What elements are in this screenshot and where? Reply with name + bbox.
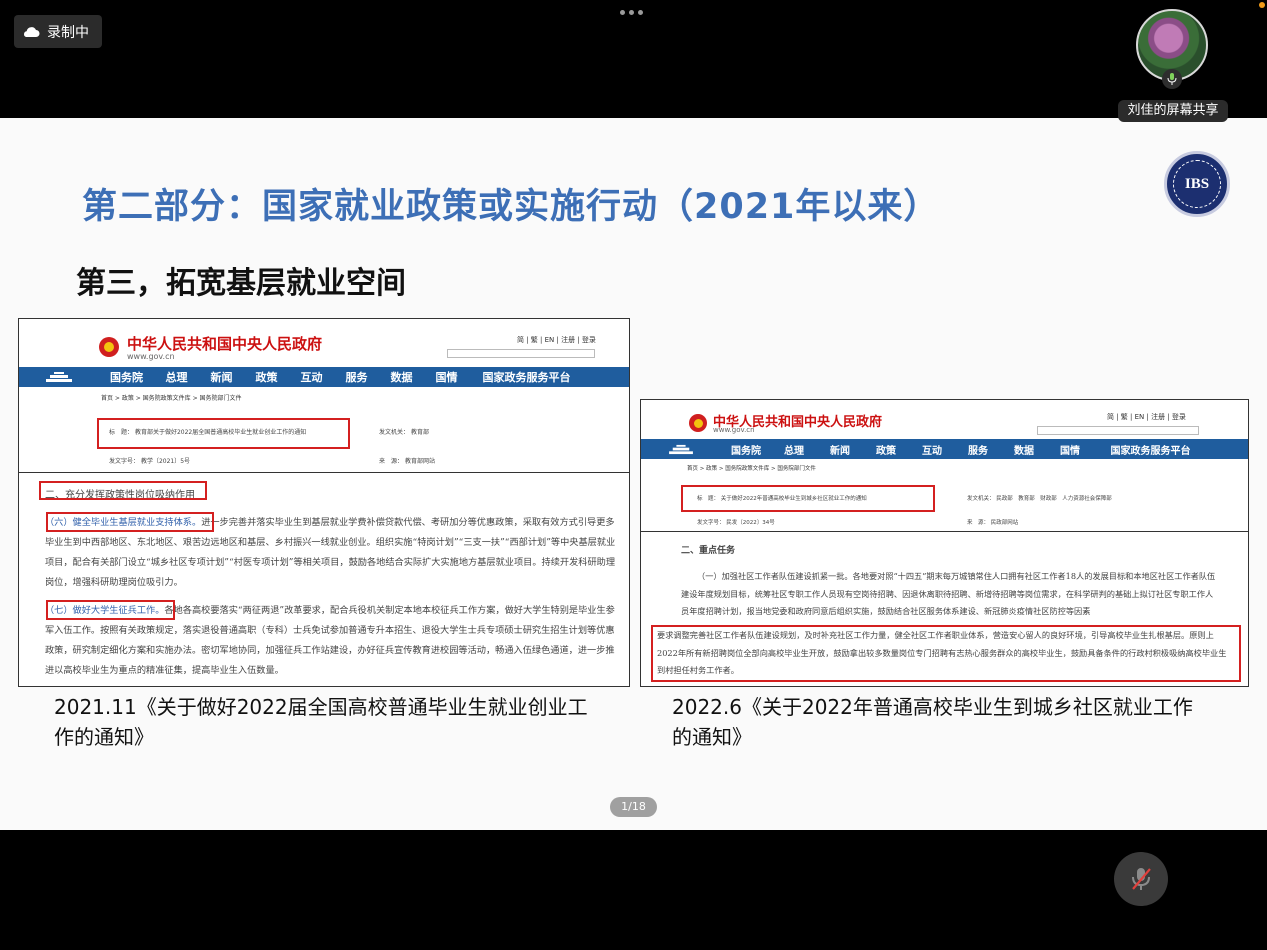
- breadcrumb: 首页 > 政策 > 国务院政策文件库 > 国务院部门文件: [101, 395, 242, 402]
- meta-source-row: 来 源： 民政部网站: [967, 518, 1018, 526]
- gov-site-url: www.gov.cn: [713, 426, 755, 434]
- mic-icon: [1162, 69, 1182, 89]
- highlight-box: [46, 600, 175, 620]
- source-value: 民政部网站: [990, 520, 1019, 526]
- highlight-box: [651, 625, 1241, 682]
- nav-item[interactable]: 国务院: [99, 369, 154, 385]
- status-dot: [1259, 2, 1265, 8]
- mic-muted-button[interactable]: [1114, 852, 1168, 906]
- docno-label: 发文字号：: [697, 520, 725, 526]
- shared-slide: 第二部分：国家就业政策或实施行动（2021年以来） 第三，拓宽基层就业空间 IB…: [0, 118, 1267, 830]
- issuer-value: 民政部 教育部 财政部 人力资源社会保障部: [996, 496, 1112, 502]
- paragraph-a-text: （一）加强社区工作者队伍建设抓紧一批。各地要对照“十四五”期末每万城镇常住人口拥…: [681, 571, 1216, 616]
- highlight-box: [97, 418, 350, 449]
- search-input[interactable]: [447, 349, 595, 358]
- breadcrumb: 首页 > 政策 > 国务院政策文件库 > 国务院部门文件: [687, 466, 816, 472]
- nav-item[interactable]: 服务: [334, 369, 379, 385]
- meta-docno-row: 发文字号： 民发〔2022〕34号: [697, 518, 775, 526]
- tiananmen-icon: [19, 371, 99, 383]
- nav-item[interactable]: 互动: [289, 369, 334, 385]
- nav-item[interactable]: 国家政务服务平台: [469, 369, 584, 385]
- meta-docno-row: 发文字号： 教学〔2021〕5号: [109, 456, 190, 465]
- page-indicator[interactable]: 1/18: [610, 797, 657, 817]
- more-options-icon[interactable]: [620, 10, 643, 15]
- source-value: 教育部网站: [404, 458, 435, 465]
- caption-left: 2021.11《关于做好2022届全国高校普通毕业生就业创业工作的通知》: [54, 695, 588, 749]
- divider: [19, 472, 629, 473]
- highlight-box: [46, 512, 214, 532]
- screen-share-label: 刘佳的屏幕共享: [1118, 100, 1228, 122]
- nav-item[interactable]: 国家政务服务平台: [1093, 442, 1208, 457]
- gov-site-url: www.gov.cn: [127, 352, 175, 361]
- nav-item[interactable]: 总理: [154, 369, 199, 385]
- issuer-label: 发文机关：: [379, 429, 410, 436]
- meeting-bottom-bar: [0, 830, 1267, 950]
- paragraph-a: （一）加强社区工作者队伍建设抓紧一批。各地要对照“十四五”期末每万城镇常住人口拥…: [681, 568, 1221, 621]
- meeting-top-bar: 录制中: [0, 0, 1267, 118]
- recording-indicator[interactable]: 录制中: [14, 15, 102, 48]
- meta-issuer-row: 发文机关： 教育部: [379, 427, 429, 436]
- meta-source-row: 来 源： 教育部网站: [379, 456, 435, 465]
- source-label: 来 源：: [379, 458, 404, 465]
- nav-item[interactable]: 新闻: [817, 442, 863, 457]
- nav-item[interactable]: 服务: [955, 442, 1001, 457]
- docno-label: 发文字号：: [109, 458, 140, 465]
- document-screenshot-left: 中华人民共和国中央人民政府 www.gov.cn 简 | 繁 | EN | 注册…: [18, 318, 630, 687]
- gov-nav-bar: 国务院 总理 新闻 政策 互动 服务 数据 国情 国家政务服务平台: [641, 439, 1248, 459]
- issuer-label: 发文机关：: [967, 496, 995, 502]
- search-input[interactable]: [1037, 426, 1199, 435]
- national-emblem-icon: [99, 337, 119, 357]
- nav-item[interactable]: 国情: [1047, 442, 1093, 457]
- nav-item[interactable]: 政策: [863, 442, 909, 457]
- nav-item[interactable]: 总理: [771, 442, 817, 457]
- nav-item[interactable]: 数据: [379, 369, 424, 385]
- highlight-box: [681, 485, 935, 512]
- tiananmen-icon: [641, 444, 721, 455]
- slide-title: 第二部分：国家就业政策或实施行动（2021年以来）: [82, 187, 940, 227]
- gov-nav-bar: 国务院 总理 新闻 政策 互动 服务 数据 国情 国家政务服务平台: [19, 367, 629, 387]
- docno-value: 教学〔2021〕5号: [140, 458, 191, 465]
- ibs-logo-text: IBS: [1173, 160, 1221, 208]
- highlight-box: [39, 481, 207, 500]
- top-links: 简 | 繁 | EN | 注册 | 登录: [1107, 413, 1186, 421]
- source-label: 来 源：: [967, 520, 990, 526]
- cloud-icon: [22, 26, 40, 38]
- document-screenshot-right: 中华人民共和国中央人民政府 www.gov.cn 简 | 繁 | EN | 注册…: [640, 399, 1249, 687]
- caption-right: 2022.6《关于2022年普通高校毕业生到城乡社区就业工作的通知》: [672, 695, 1193, 749]
- issuer-value: 教育部: [410, 429, 429, 436]
- meta-issuer-row: 发文机关： 民政部 教育部 财政部 人力资源社会保障部: [967, 494, 1112, 502]
- docno-value: 民发〔2022〕34号: [726, 520, 775, 526]
- nav-item[interactable]: 数据: [1001, 442, 1047, 457]
- nav-item[interactable]: 国情: [424, 369, 469, 385]
- nav-item[interactable]: 国务院: [721, 442, 771, 457]
- slide-subtitle: 第三，拓宽基层就业空间: [76, 266, 406, 301]
- national-emblem-icon: [689, 414, 707, 432]
- recording-label: 录制中: [47, 24, 89, 41]
- ibs-logo: IBS: [1164, 151, 1230, 217]
- top-links: 简 | 繁 | EN | 注册 | 登录: [517, 336, 596, 344]
- divider: [641, 531, 1248, 532]
- nav-item[interactable]: 新闻: [199, 369, 244, 385]
- section-heading: 二、重点任务: [681, 546, 736, 556]
- gov-site-name: 中华人民共和国中央人民政府: [127, 335, 323, 353]
- mic-muted-icon: [1132, 868, 1151, 890]
- nav-item[interactable]: 政策: [244, 369, 289, 385]
- nav-item[interactable]: 互动: [909, 442, 955, 457]
